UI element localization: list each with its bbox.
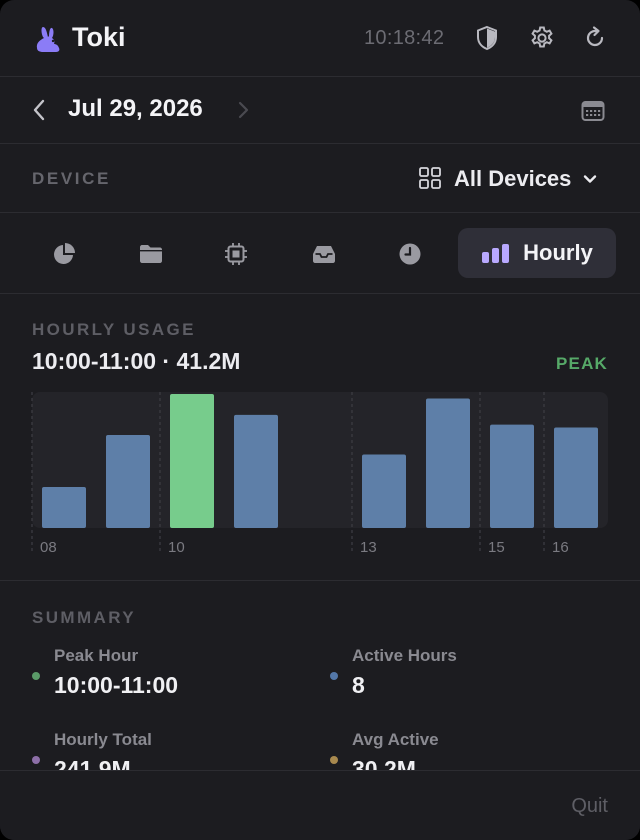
stat-label: Active Hours [352,646,457,665]
folder-icon [140,245,162,263]
pie-chart-icon [54,243,75,264]
divider [0,76,640,77]
stat-dot [330,672,338,680]
stat-label: Avg Active [352,730,439,749]
chart-tick-label: 10 [168,539,185,556]
device-selected-value: All Devices [454,166,572,191]
cpu-chip-icon [225,243,247,265]
footer: Quit [0,771,640,840]
chart-bar [234,414,278,528]
stat-label: Hourly Total [54,730,152,749]
peak-badge: PEAK [556,354,609,373]
clock-icon [399,243,421,265]
tab-pie[interactable] [40,232,88,276]
chart-tick-label: 15 [488,539,505,556]
stat-active-hours: Active Hours 8 [330,646,590,702]
stat-peak-hour: Peak Hour 10:00-11:00 [32,646,292,702]
chevron-left-icon[interactable] [28,96,50,124]
device-dropdown[interactable]: All Devices [418,164,608,194]
hourly-section-label: HOURLY USAGE [32,320,196,339]
stat-hourly-total: Hourly Total 241.9M [32,730,292,770]
stat-dot [32,756,40,764]
clock-readout: 10:18:42 [364,27,445,49]
current-date: Jul 29, 2026 [68,95,203,122]
chevron-right-icon[interactable] [232,96,254,124]
refresh-icon[interactable] [582,25,608,51]
calendar-icon[interactable] [580,98,606,124]
stat-value: 241.9M [54,756,131,770]
chart-bar [554,427,598,528]
quit-button[interactable]: Quit [571,795,608,818]
chevron-down-icon [583,175,597,183]
app-panel: Toki 10:18:42 Jul 29, 2026 DEVICE All De… [0,0,640,840]
hourly-headline: 10:00-11:00 · 41.2M [32,348,241,374]
tab-hourly[interactable]: Hourly [458,228,616,278]
tab-clock[interactable] [386,232,434,276]
stat-dot [32,672,40,680]
tab-folder[interactable] [127,232,175,276]
bar-chart-icon [482,244,510,263]
tab-inbox[interactable] [300,232,348,276]
summary-grid: Peak Hour 10:00-11:00 Active Hours 8 Hou… [0,640,640,770]
chart-bar [426,398,470,528]
divider [0,143,640,144]
rabbit-logo-icon [36,27,60,52]
chart-bar [42,487,86,528]
inbox-tray-icon [313,246,335,263]
chart-bar [106,434,150,528]
chart-bar-peak [170,394,214,528]
tab-cpu[interactable] [212,232,260,276]
app-title: Toki [72,22,126,52]
stat-value: 10:00-11:00 [54,672,179,698]
divider [0,580,640,581]
stat-avg-active: Avg Active 30.2M [330,730,590,770]
hourly-bar-chart: 08 10 13 15 16 [31,392,598,556]
gear-icon[interactable] [529,25,555,51]
grid-icon [419,167,441,189]
summary-section-label: SUMMARY [32,608,136,627]
chart-tick-label: 13 [360,539,377,556]
divider [0,293,640,294]
tab-hourly-label: Hourly [523,240,593,265]
divider [0,212,640,213]
stat-value: 30.2M [352,756,416,770]
device-label: DEVICE [32,169,111,188]
chart-bar [490,424,534,528]
stat-label: Peak Hour [54,646,139,665]
stat-dot [330,756,338,764]
shield-icon[interactable] [474,25,500,51]
chart-tick-label: 08 [40,539,57,556]
chart-tick-label: 16 [552,539,569,556]
header: Toki 10:18:42 [0,0,640,76]
stat-value: 8 [352,672,365,698]
chart-bar [362,454,406,528]
